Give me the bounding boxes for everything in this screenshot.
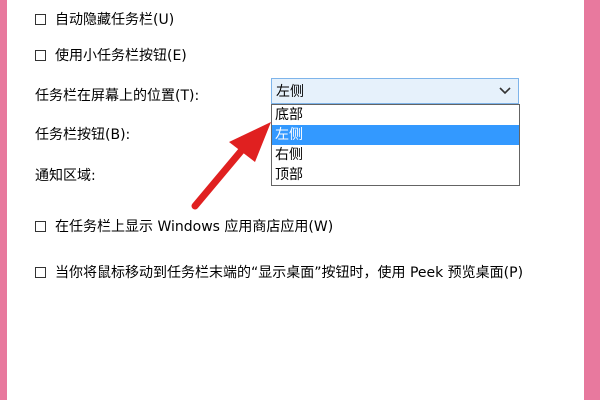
notification-area-label: 通知区域: [35,168,96,184]
option-bottom[interactable]: 底部 [272,105,519,125]
autohide-label: 自动隐藏任务栏(U) [55,12,175,28]
store-apps-label: 在任务栏上显示 Windows 应用商店应用(W) [55,219,334,235]
small-buttons-checkbox[interactable] [35,49,46,61]
chevron-down-icon[interactable] [496,82,514,100]
autohide-checkbox[interactable] [35,13,46,25]
position-label: 任务栏在屏幕上的位置(T): [35,88,200,104]
autohide-option[interactable]: 自动隐藏任务栏(U) [35,9,174,29]
store-apps-checkbox[interactable] [35,220,46,232]
taskbar-buttons-label: 任务栏按钮(B): [35,127,131,143]
peek-checkbox[interactable] [35,266,46,278]
position-select[interactable]: 左侧 [271,78,519,104]
option-top[interactable]: 顶部 [272,165,519,185]
peek-label: 当你将鼠标移动到任务栏末端的“显示桌面”按钮时，使用 Peek 预览桌面(P) [55,265,524,281]
window-frame-right [584,0,600,400]
option-left[interactable]: 左侧 [272,125,519,145]
window-frame-left [0,0,7,400]
small-buttons-label: 使用小任务栏按钮(E) [55,48,187,64]
option-right[interactable]: 右侧 [272,145,519,165]
taskbar-settings-panel: 自动隐藏任务栏(U) 使用小任务栏按钮(E) 任务栏在屏幕上的位置(T): 任务… [7,0,584,400]
red-arrow-icon [191,122,271,210]
position-dropdown-list: 底部 左侧 右侧 顶部 [271,104,520,186]
store-apps-option[interactable]: 在任务栏上显示 Windows 应用商店应用(W) [35,216,333,236]
position-select-value: 左侧 [276,84,304,100]
small-buttons-option[interactable]: 使用小任务栏按钮(E) [35,45,187,65]
peek-option[interactable]: 当你将鼠标移动到任务栏末端的“显示桌面”按钮时，使用 Peek 预览桌面(P) [35,262,523,282]
